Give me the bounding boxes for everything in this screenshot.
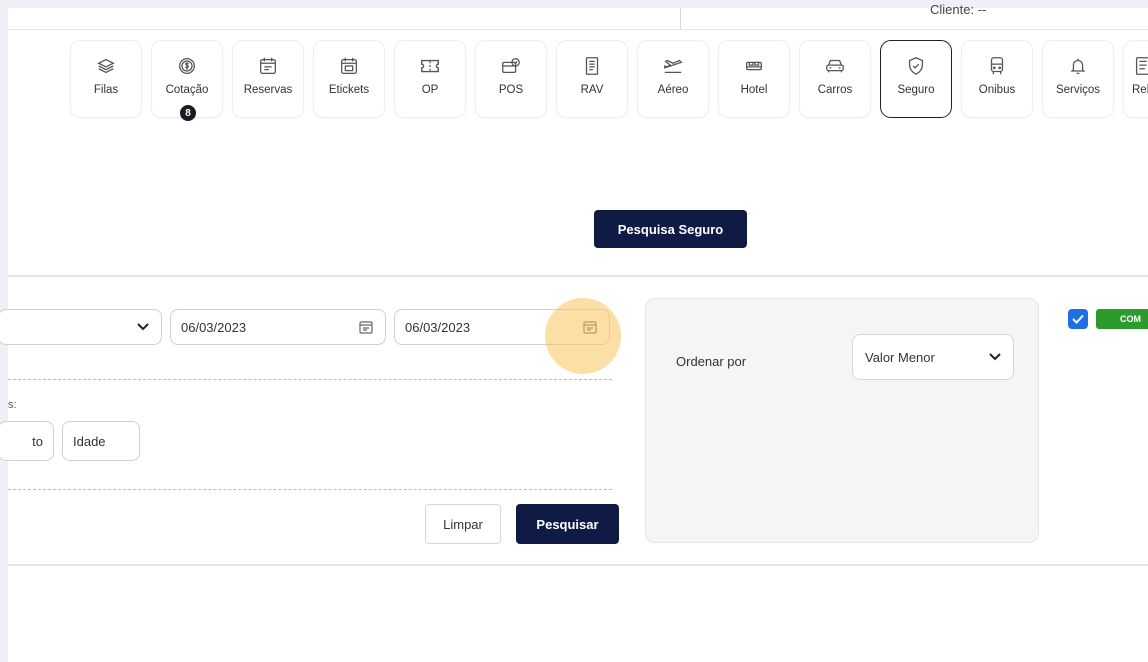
document-icon (585, 57, 599, 75)
passengers-label: s: (8, 399, 17, 411)
nav-label-cotacao: Cotação (165, 84, 209, 96)
car-icon (826, 59, 844, 73)
chevron-down-icon (989, 353, 1001, 361)
age-field-partial[interactable]: to (0, 421, 54, 461)
cotacao-count-badge: 8 (180, 105, 196, 121)
header-divider (680, 8, 681, 30)
start-date-input[interactable]: 06/03/2023 (170, 309, 386, 345)
airplane-icon (664, 59, 683, 74)
end-date-value: 06/03/2023 (405, 319, 471, 335)
nav-item-reservas[interactable]: Reservas (232, 40, 304, 118)
card-icon (502, 58, 520, 74)
ordenar-por-label: Ordenar por (676, 354, 747, 369)
nav-label-filas: Filas (93, 84, 119, 96)
cliente-label: Cliente: -- (930, 2, 987, 17)
nav-item-relat[interactable]: Relat (1123, 40, 1148, 118)
nav-label-etickets: Etickets (328, 84, 370, 96)
nav-item-carros[interactable]: Carros (799, 40, 871, 118)
calendar-icon[interactable] (359, 320, 373, 334)
pesquisar-button[interactable]: Pesquisar (516, 504, 619, 544)
layers-icon (97, 58, 115, 74)
nav-item-cotacao[interactable]: Cotação 8 (151, 40, 223, 121)
green-status-tag: COM (1096, 309, 1148, 329)
nav-label-reservas: Reservas (243, 84, 293, 96)
compare-checkbox[interactable] (1068, 309, 1088, 329)
nav-label-aereo: Aéreo (657, 84, 689, 96)
limpar-button[interactable]: Limpar (425, 504, 501, 544)
nav-label-seguro: Seguro (897, 84, 935, 96)
start-date-value: 06/03/2023 (181, 319, 247, 335)
report-icon (1135, 57, 1148, 75)
ticket-icon (421, 59, 439, 73)
form-divider-1 (8, 379, 612, 380)
nav-item-hotel[interactable]: Hotel (718, 40, 790, 118)
nav-item-pos[interactable]: POS (475, 40, 547, 118)
bed-icon (746, 61, 762, 71)
nav-label-rav: RAV (580, 84, 604, 96)
chevron-down-icon (137, 323, 149, 331)
click-highlight (545, 298, 621, 374)
check-icon (1072, 314, 1084, 324)
app-window: Cliente: -- Filas Cotação 8 Reservas Eti… (0, 2, 1148, 662)
nav-item-seguro[interactable]: Seguro (880, 40, 952, 118)
top-info-bar: Cliente: -- (8, 2, 1148, 30)
bus-icon (990, 57, 1004, 75)
nav-item-onibus[interactable]: Onibus (961, 40, 1033, 118)
nav-item-op[interactable]: OP (394, 40, 466, 118)
ordenar-select-value: Valor Menor (865, 349, 935, 365)
nav-label-carros: Carros (817, 84, 853, 96)
nav-item-rav[interactable]: RAV (556, 40, 628, 118)
nav-item-servicos[interactable]: Serviços (1042, 40, 1114, 118)
nav-label-servicos: Serviços (1055, 84, 1101, 96)
section-divider-bottom (8, 564, 1148, 566)
bell-icon (1070, 58, 1086, 74)
nav-label-relat: Relat (1132, 84, 1148, 96)
nav-item-etickets[interactable]: Etickets (313, 40, 385, 118)
nav-item-filas[interactable]: Filas (70, 40, 142, 118)
pesquisa-seguro-button[interactable]: Pesquisa Seguro (594, 210, 747, 248)
shield-check-icon (908, 57, 924, 75)
nav-label-op: OP (421, 84, 439, 96)
form-divider-2 (8, 489, 612, 490)
calendar-icon (260, 57, 276, 74)
nav-label-pos: POS (498, 84, 524, 96)
ticket-calendar-icon (341, 57, 357, 74)
nav-label-onibus: Onibus (978, 84, 1016, 96)
section-divider-top (8, 275, 1148, 277)
dollar-coin-icon (179, 58, 195, 74)
destination-select[interactable] (0, 309, 162, 345)
nav-item-aereo[interactable]: Aéreo (637, 40, 709, 118)
ordenar-select[interactable]: Valor Menor (852, 334, 1014, 380)
idade-field[interactable]: Idade (62, 421, 140, 461)
nav-label-hotel: Hotel (740, 84, 768, 96)
order-panel: Ordenar por Valor Menor (645, 298, 1039, 543)
